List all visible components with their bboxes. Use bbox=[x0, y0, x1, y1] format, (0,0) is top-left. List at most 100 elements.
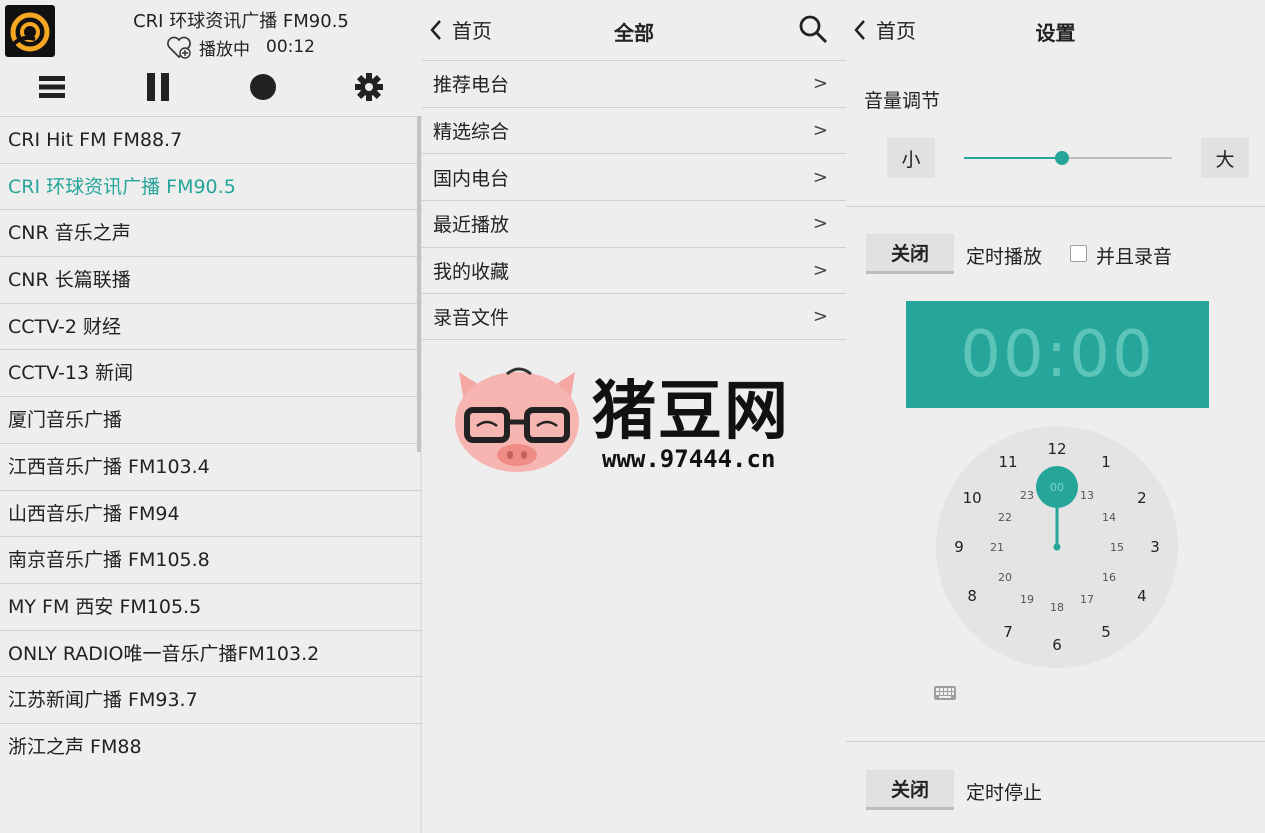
menu-item-label: 最近播放 bbox=[433, 214, 510, 237]
timer-stop-label: 定时停止 bbox=[966, 782, 1043, 804]
player-controls bbox=[0, 60, 422, 116]
now-playing-header: CRI 环球资讯广播 FM90.5 播放中 00:12 bbox=[0, 0, 422, 60]
clock-hour-label-inner[interactable]: 14 bbox=[1102, 511, 1116, 524]
menu-item-label: 国内电台 bbox=[433, 167, 510, 190]
timer-stop-toggle[interactable]: 关闭 bbox=[866, 770, 954, 810]
settings-title: 设置 bbox=[1035, 21, 1076, 45]
settings-panel: 首页 设置 音量调节 小 大 关闭 定时播放 并且录音 00:00 12 1 2 3 4… bbox=[846, 0, 1265, 833]
elapsed-time: 00:12 bbox=[266, 37, 315, 57]
station-scroll-thumb[interactable] bbox=[417, 116, 421, 452]
volume-down-button[interactable]: 小 bbox=[887, 138, 935, 178]
volume-label: 音量调节 bbox=[864, 90, 941, 112]
record-button[interactable] bbox=[246, 70, 280, 104]
menu-item[interactable]: 国内电台 > bbox=[422, 153, 846, 200]
station-list: CRI Hit FM FM88.7 CRI 环球资讯广播 FM90.5 CNR 音乐… bbox=[0, 116, 422, 770]
clock-hour-label-inner[interactable]: 22 bbox=[998, 511, 1012, 524]
browse-panel: 首页 全部 推荐电台 > 精选综合 > 国内电台 > 最近播放 > 我的收藏 > 录音文件 > 猪豆网… bbox=[422, 0, 846, 833]
now-playing-title: CRI 环球资讯广播 FM90.5 bbox=[133, 11, 349, 32]
record-icon bbox=[250, 74, 276, 100]
station-item[interactable]: CCTV-13 新闻 bbox=[0, 349, 422, 396]
station-item[interactable]: CRI Hit FM FM88.7 bbox=[0, 116, 422, 163]
clock-hour-label-inner[interactable]: 13 bbox=[1080, 489, 1094, 502]
chevron-right-icon: > bbox=[812, 73, 828, 95]
pause-icon bbox=[147, 73, 169, 101]
clock-hour-label-inner[interactable]: 16 bbox=[1102, 571, 1116, 584]
clock-hour-label[interactable]: 8 bbox=[967, 587, 977, 605]
playback-state: 播放中 bbox=[199, 39, 250, 60]
station-item[interactable]: ONLY RADIO唯一音乐广播FM103.2 bbox=[0, 629, 422, 677]
timer-play-label: 定时播放 bbox=[966, 246, 1043, 268]
clock-hour-label-inner[interactable]: 00 bbox=[1050, 481, 1064, 494]
watermark-url: www.97444.cn bbox=[602, 445, 776, 473]
clock-hour-label[interactable]: 2 bbox=[1137, 489, 1147, 507]
clock-hour-label-inner[interactable]: 17 bbox=[1080, 593, 1094, 606]
station-item[interactable]: 江西音乐广播 FM103.4 bbox=[0, 442, 422, 490]
volume-slider-knob[interactable] bbox=[1054, 151, 1069, 165]
chevron-right-icon: > bbox=[812, 213, 828, 235]
app-logo bbox=[5, 5, 55, 57]
menu-item[interactable]: 录音文件 > bbox=[422, 293, 846, 341]
clock-hour-label-inner[interactable]: 21 bbox=[990, 541, 1004, 554]
settings-button[interactable] bbox=[352, 70, 386, 104]
clock-hour-label-inner[interactable]: 19 bbox=[1020, 593, 1034, 606]
timer-play-toggle[interactable]: 关闭 bbox=[866, 234, 954, 274]
clock-hour-label-inner[interactable]: 15 bbox=[1110, 541, 1124, 554]
station-item[interactable]: 浙江之声 FM88 bbox=[0, 722, 422, 770]
keyboard-icon[interactable] bbox=[934, 686, 956, 700]
clock-hour-label[interactable]: 7 bbox=[1003, 623, 1013, 641]
player-panel: CRI 环球资讯广播 FM90.5 播放中 00:12 CRI Hit FM F… bbox=[0, 0, 422, 833]
clock-hour-label[interactable]: 12 bbox=[1047, 440, 1066, 458]
clock-hour-label[interactable]: 3 bbox=[1150, 538, 1160, 556]
menu-item[interactable]: 我的收藏 > bbox=[422, 246, 846, 294]
clock-center bbox=[1053, 543, 1061, 551]
station-item[interactable]: CCTV-2 财经 bbox=[0, 302, 422, 350]
clock-hour-label-inner[interactable]: 18 bbox=[1050, 601, 1064, 614]
station-item[interactable]: CRI 环球资讯广播 FM90.5 bbox=[0, 162, 422, 210]
browse-title: 全部 bbox=[614, 21, 654, 45]
divider bbox=[846, 206, 1265, 207]
browse-menu-list: 推荐电台 > 精选综合 > 国内电台 > 最近播放 > 我的收藏 > 录音文件 > bbox=[422, 60, 846, 341]
clock-hour-label[interactable]: 1 bbox=[1101, 453, 1111, 471]
clock-hour-label[interactable]: 9 bbox=[954, 538, 964, 556]
favorite-add-icon[interactable] bbox=[165, 34, 193, 60]
list-button[interactable] bbox=[35, 70, 69, 104]
time-picker-clock[interactable]: 121234567891011001314151617181920212223 bbox=[936, 426, 1178, 668]
chevron-right-icon: > bbox=[812, 120, 828, 142]
station-item[interactable]: MY FM 西安 FM105.5 bbox=[0, 582, 422, 630]
record-checkbox[interactable] bbox=[1070, 245, 1087, 262]
menu-item-label: 录音文件 bbox=[433, 307, 510, 330]
station-item[interactable]: 厦门音乐广播 bbox=[0, 396, 422, 443]
menu-item-label: 精选综合 bbox=[433, 121, 510, 144]
time-display-value: 00:00 bbox=[960, 317, 1155, 392]
menu-item-label: 推荐电台 bbox=[433, 74, 510, 97]
station-item[interactable]: CNR 音乐之声 bbox=[0, 209, 422, 256]
clock-hour-label[interactable]: 11 bbox=[998, 453, 1017, 471]
clock-hour-label[interactable]: 6 bbox=[1052, 636, 1062, 654]
pig-mascot-icon bbox=[455, 367, 579, 472]
menu-item[interactable]: 最近播放 > bbox=[422, 200, 846, 247]
pause-button[interactable] bbox=[141, 70, 175, 104]
station-item[interactable]: 山西音乐广播 FM94 bbox=[0, 489, 422, 537]
volume-slider-fill bbox=[964, 157, 1062, 159]
chevron-right-icon: > bbox=[812, 306, 828, 328]
clock-hour-label[interactable]: 5 bbox=[1101, 623, 1111, 641]
clock-hour-label[interactable]: 4 bbox=[1137, 587, 1147, 605]
clock-hour-label-inner[interactable]: 20 bbox=[998, 571, 1012, 584]
volume-slider[interactable] bbox=[964, 151, 1172, 165]
time-display[interactable]: 00:00 bbox=[906, 301, 1209, 408]
chevron-right-icon: > bbox=[812, 260, 828, 282]
volume-up-button[interactable]: 大 bbox=[1201, 138, 1249, 178]
menu-item[interactable]: 推荐电台 > bbox=[422, 60, 846, 107]
search-icon[interactable] bbox=[798, 14, 828, 44]
station-item[interactable]: 江苏新闻广播 FM93.7 bbox=[0, 676, 422, 723]
clock-hour-label[interactable]: 10 bbox=[963, 489, 982, 507]
chevron-right-icon: > bbox=[812, 166, 828, 188]
clock-hour-label-inner[interactable]: 23 bbox=[1020, 489, 1034, 502]
menu-item[interactable]: 精选综合 > bbox=[422, 106, 846, 154]
watermark-text: 猪豆网 bbox=[592, 375, 790, 449]
station-item[interactable]: CNR 长篇联播 bbox=[0, 256, 422, 303]
divider bbox=[846, 741, 1265, 742]
menu-item-label: 我的收藏 bbox=[433, 261, 510, 284]
station-item[interactable]: 南京音乐广播 FM105.8 bbox=[0, 536, 422, 583]
gear-icon bbox=[355, 73, 383, 101]
